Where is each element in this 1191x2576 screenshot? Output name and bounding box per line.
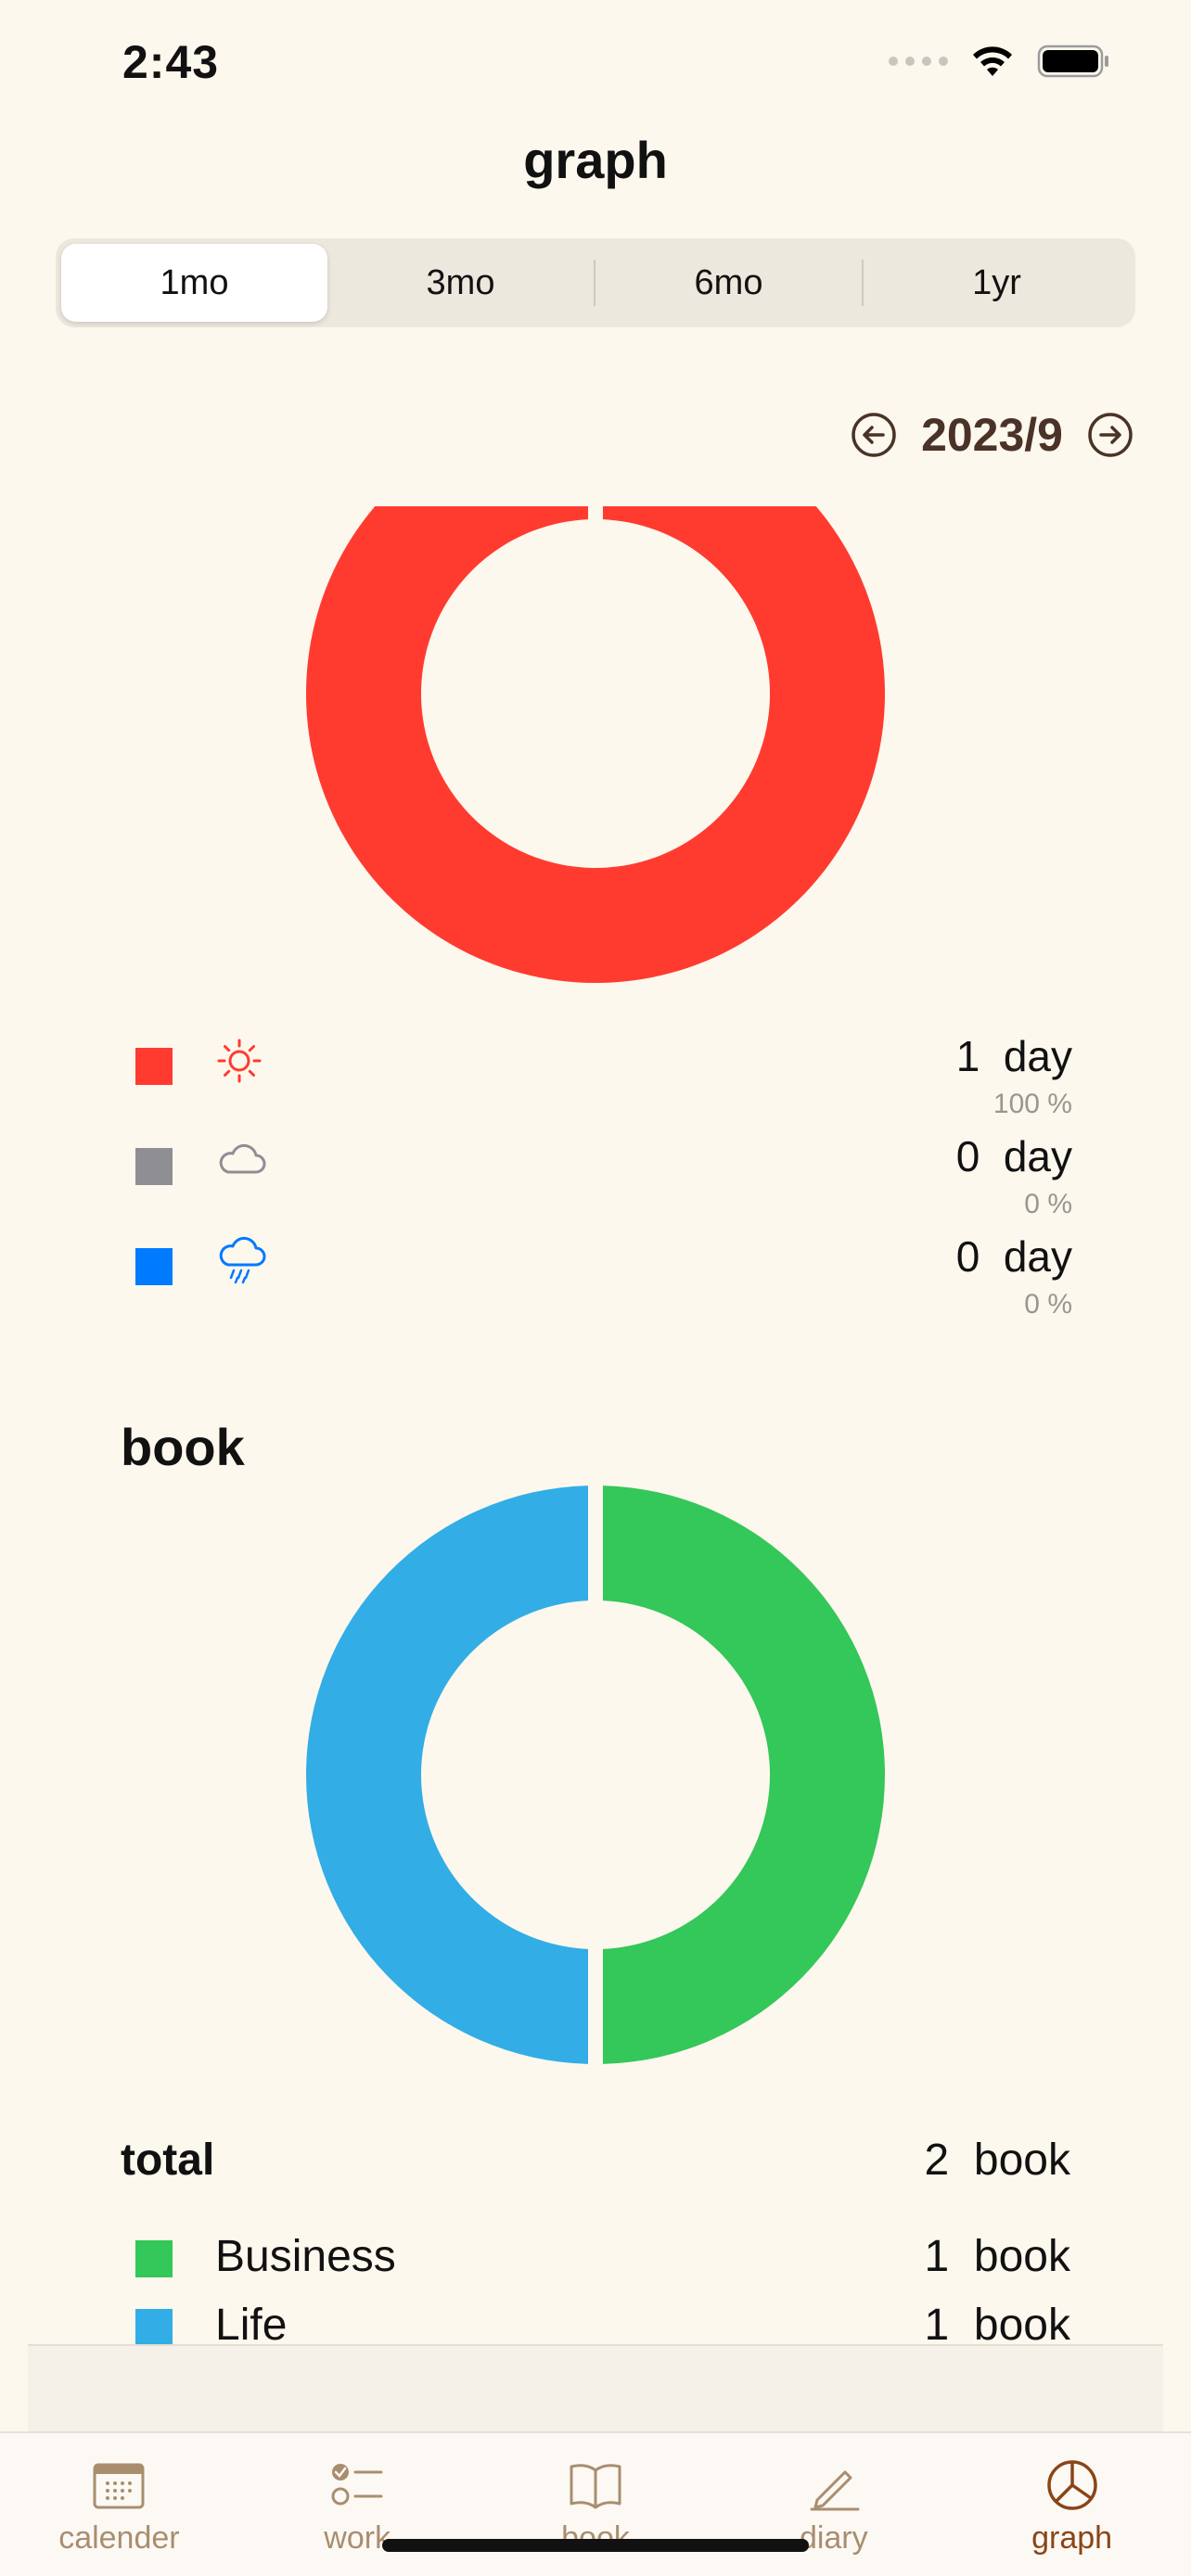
cloudy-days-value: 0 day xyxy=(955,1132,1072,1180)
weather-donut-chart xyxy=(306,506,885,983)
cloud-rain-icon xyxy=(219,1236,266,1284)
month-navigation: 2023/9 xyxy=(851,408,1133,462)
cloud-icon xyxy=(219,1143,266,1174)
segment-1yr[interactable]: 1yr xyxy=(864,244,1130,322)
home-indicator xyxy=(382,2539,809,2552)
tab-bar: calender work book diary graph xyxy=(0,2431,1191,2576)
sunny-percent: 100 % xyxy=(992,1089,1072,1119)
book-category-row: Business 1 book xyxy=(135,2227,1070,2292)
status-time: 2:43 xyxy=(122,36,220,88)
calendar-icon xyxy=(93,2463,145,2509)
tab-diary[interactable]: diary xyxy=(714,2433,953,2576)
previous-month-button[interactable] xyxy=(851,412,897,458)
pie-chart-icon xyxy=(1046,2460,1097,2510)
tab-book[interactable]: book xyxy=(477,2433,715,2576)
book-slice-business xyxy=(602,1486,885,2064)
checklist-icon xyxy=(331,2464,383,2506)
category-count: 1 book xyxy=(924,2301,1070,2350)
business-swatch xyxy=(135,2240,173,2277)
weather-slice-sunny xyxy=(306,506,885,983)
category-count: 1 book xyxy=(924,2232,1070,2281)
scroll-fade-overlay xyxy=(28,2344,1163,2434)
battery-icon xyxy=(1037,45,1108,78)
pencil-icon xyxy=(810,2470,860,2511)
tab-calender[interactable]: calender xyxy=(0,2433,238,2576)
weather-legend-cloudy: 0 day 0 % xyxy=(135,1131,1072,1224)
book-icon xyxy=(570,2464,621,2509)
tab-graph[interactable]: graph xyxy=(953,2433,1191,2576)
tab-label: diary xyxy=(799,2520,868,2556)
wifi-icon xyxy=(973,46,1012,76)
page-title: graph xyxy=(523,131,668,189)
life-swatch xyxy=(135,2309,173,2346)
total-value: 2 book xyxy=(924,2136,1070,2185)
sunny-swatch xyxy=(135,1048,173,1085)
rainy-days-value: 0 day xyxy=(955,1232,1072,1281)
segment-6mo[interactable]: 6mo xyxy=(596,244,862,322)
tab-label: calender xyxy=(58,2520,180,2556)
cloudy-percent: 0 % xyxy=(1024,1189,1072,1219)
tab-label: graph xyxy=(1031,2520,1113,2556)
current-period-label: 2023/9 xyxy=(921,409,1063,461)
tab-label: work xyxy=(324,2520,391,2556)
category-name: Life xyxy=(215,2301,288,2350)
segment-1mo[interactable]: 1mo xyxy=(61,244,327,322)
total-label: total xyxy=(121,2136,215,2185)
arrow-left-circle-icon xyxy=(852,413,896,457)
tab-work[interactable]: work xyxy=(238,2433,477,2576)
sun-icon xyxy=(217,1039,262,1083)
rainy-percent: 0 % xyxy=(1024,1289,1072,1320)
arrow-right-circle-icon xyxy=(1088,413,1133,457)
rainy-swatch xyxy=(135,1248,173,1285)
cloudy-swatch xyxy=(135,1148,173,1185)
cellular-signal-icon xyxy=(889,57,948,66)
weather-chart-viewport xyxy=(278,506,913,988)
next-month-button[interactable] xyxy=(1087,412,1133,458)
book-slice-life xyxy=(306,1486,589,2064)
category-name: Business xyxy=(215,2232,396,2281)
period-segmented-control: 1mo 3mo 6mo 1yr xyxy=(56,238,1135,327)
weather-legend-rainy: 0 day 0 % xyxy=(135,1231,1072,1324)
book-donut-chart xyxy=(306,1486,885,2064)
weather-legend-sunny: 1 day 100 % xyxy=(135,1031,1072,1124)
status-icons xyxy=(889,43,1111,80)
sunny-days-value: 1 day xyxy=(955,1032,1072,1080)
book-section-title: book xyxy=(121,1418,245,1476)
segment-3mo[interactable]: 3mo xyxy=(327,244,594,322)
screen: 2:43 graph 1mo 3mo 6mo 1yr 2023/9 1 day … xyxy=(0,0,1191,2576)
